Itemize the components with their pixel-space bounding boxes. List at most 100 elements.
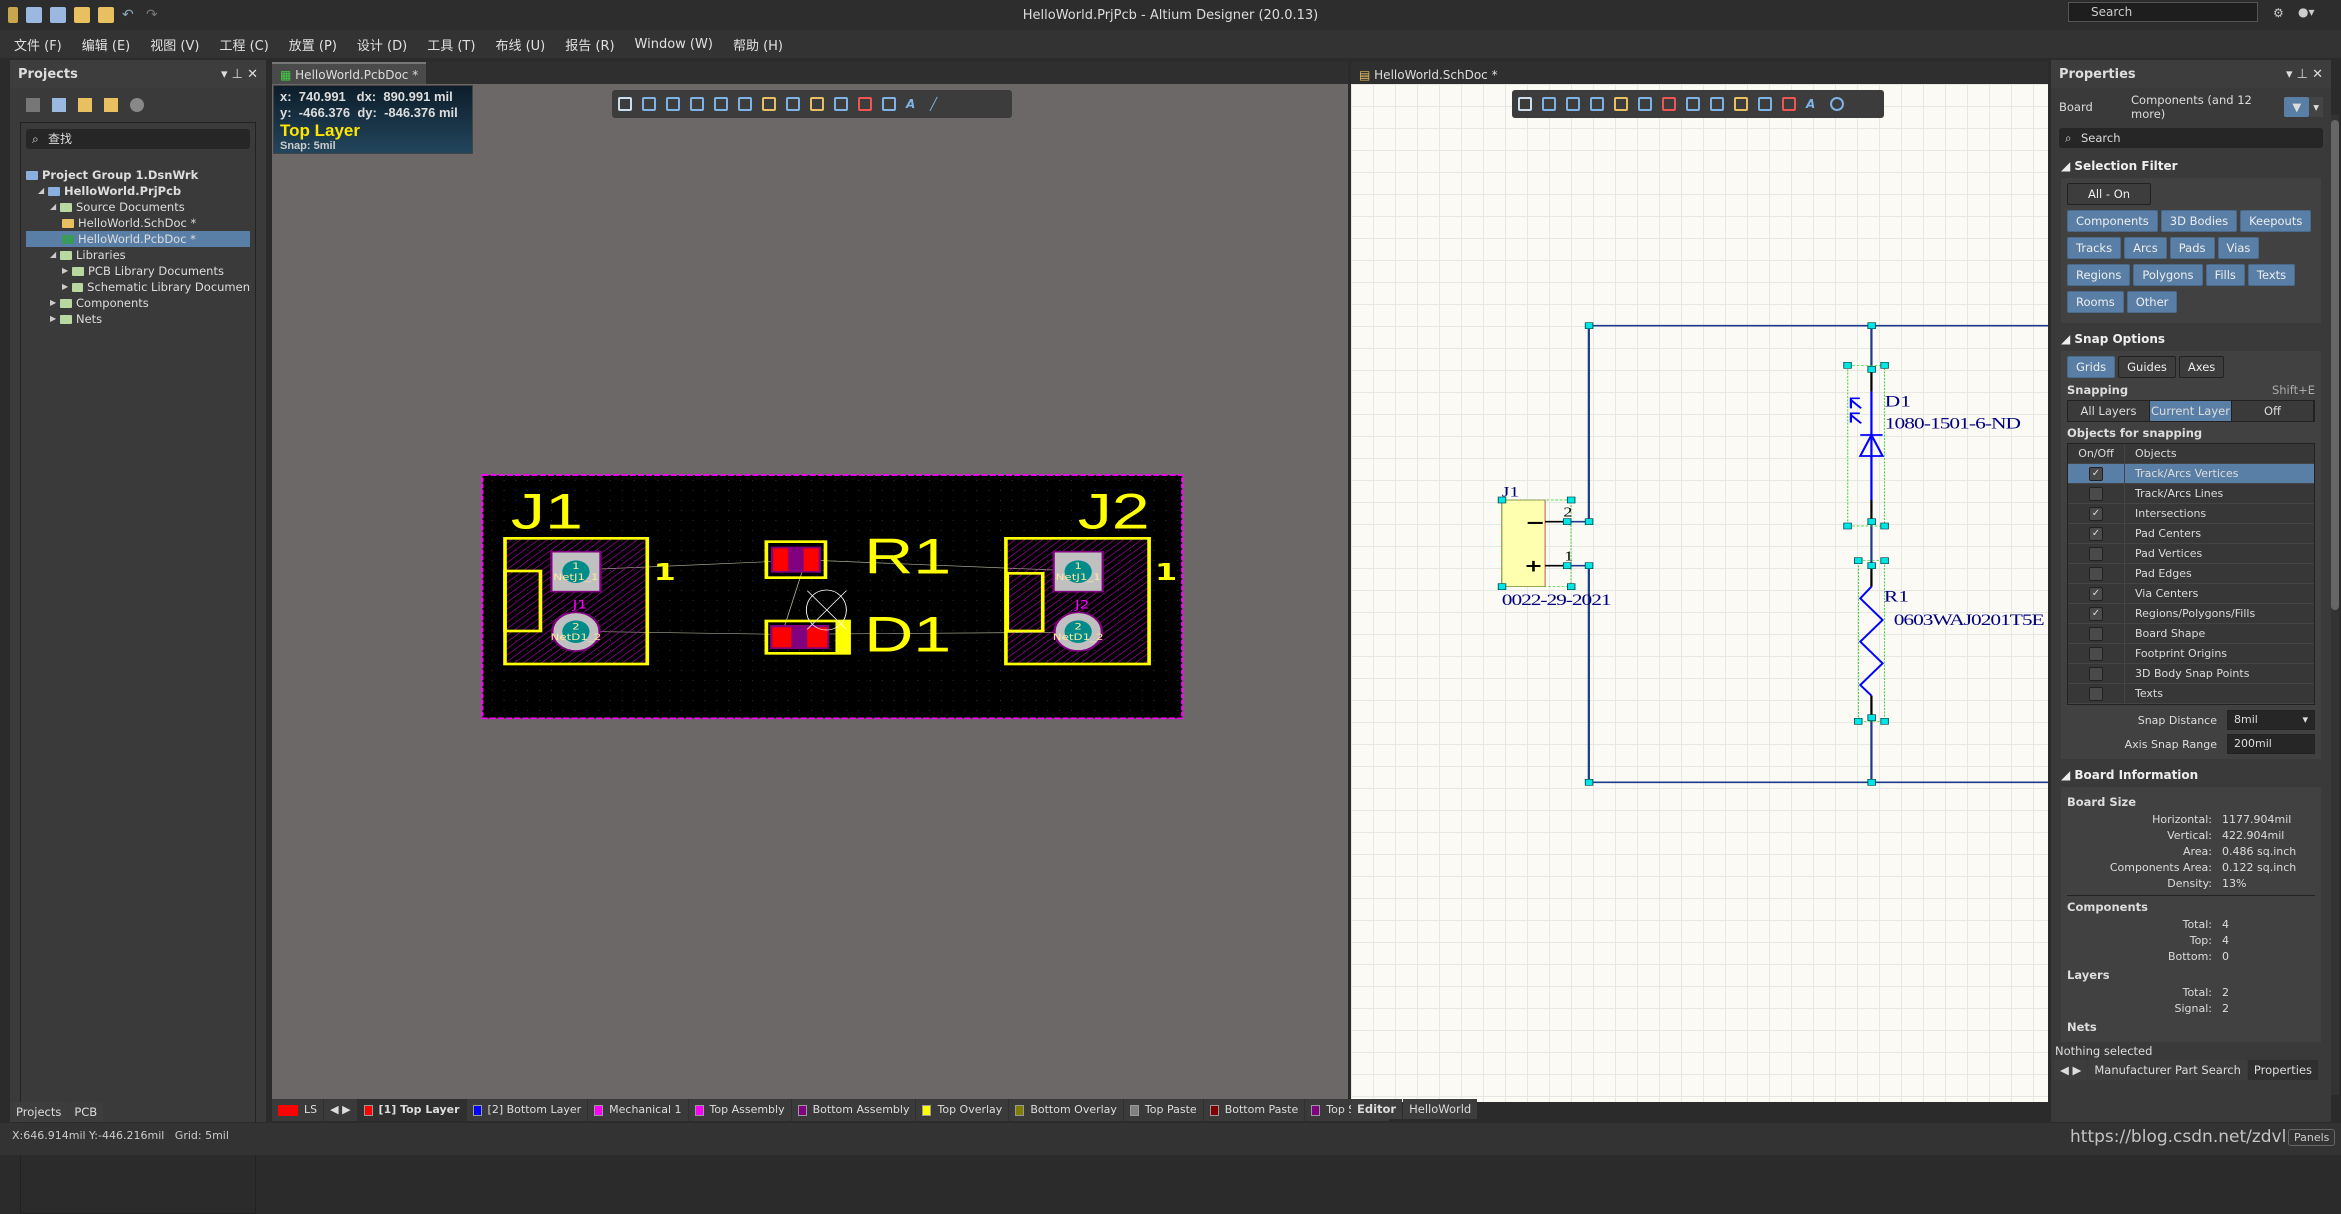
tab-manufacturer-part-search[interactable]: Manufacturer Part Search bbox=[2088, 1060, 2247, 1080]
tree-item[interactable]: ▶ Nets bbox=[26, 311, 250, 327]
panel-controls-icon[interactable]: ▾ ⊥ ✕ bbox=[221, 67, 258, 82]
panel-controls-icon[interactable]: ▾ ⊥ ✕ bbox=[2286, 67, 2323, 82]
text-icon[interactable]: A bbox=[906, 97, 920, 111]
copy-icon[interactable] bbox=[52, 98, 66, 112]
snapping-current-layer-option[interactable]: Current Layer bbox=[2150, 401, 2232, 421]
snap-object-row[interactable]: Pad Edges bbox=[2068, 564, 2314, 584]
projects-search-input[interactable]: ⌕ 查找 bbox=[26, 129, 250, 149]
symbol-d1[interactable]: D1 1080-1501-6-ND bbox=[1847, 365, 2021, 527]
crosshair-icon[interactable] bbox=[666, 97, 680, 111]
layer-tab[interactable]: Mechanical 1 bbox=[588, 1099, 688, 1121]
expand-toggle-icon[interactable]: ▶ bbox=[62, 279, 72, 295]
pcb-board[interactable]: 1 NetJ1_1 2 NetD1_2 J1 J1 1 R1 D1 1 NetJ… bbox=[480, 470, 1190, 730]
checkbox[interactable]: ✓ bbox=[2089, 586, 2103, 601]
symbol-r1[interactable]: R1 0603WAJ0201T5E bbox=[1858, 560, 2045, 722]
checkbox[interactable] bbox=[2089, 686, 2103, 701]
tab-helloworld[interactable]: HelloWorld bbox=[1403, 1099, 1478, 1119]
snap-object-row[interactable]: 3D Body Snap Points bbox=[2068, 664, 2314, 684]
checkbox[interactable] bbox=[2089, 546, 2103, 561]
filter-rooms-button[interactable]: Rooms bbox=[2067, 291, 2124, 313]
filter-components-button[interactable]: Components bbox=[2067, 210, 2158, 232]
snap-object-row[interactable]: ✓ Regions/Polygons/Fills bbox=[2068, 604, 2314, 624]
tab-pcbdoc[interactable]: ▦ HelloWorld.PcbDoc * bbox=[272, 62, 427, 84]
filter-keepouts-button[interactable]: Keepouts bbox=[2240, 210, 2312, 232]
checkbox[interactable]: ✓ bbox=[2089, 526, 2103, 541]
harness-icon[interactable] bbox=[1710, 97, 1724, 111]
align-icon[interactable] bbox=[1590, 97, 1604, 111]
checkbox[interactable] bbox=[2089, 646, 2103, 661]
properties-search-input[interactable]: ⌕ Search bbox=[2059, 128, 2323, 148]
route-icon[interactable] bbox=[642, 97, 656, 111]
snap-object-row[interactable]: ✓ Intersections bbox=[2068, 504, 2314, 524]
layer-tab[interactable]: [1] Top Layer bbox=[357, 1099, 466, 1121]
expand-toggle-icon[interactable]: ◢ bbox=[50, 199, 60, 215]
pad-icon[interactable] bbox=[810, 97, 824, 111]
crosshair-icon[interactable] bbox=[1542, 97, 1556, 111]
tree-item[interactable]: HelloWorld.SchDoc * bbox=[26, 215, 250, 231]
menu-item[interactable]: Window (W) bbox=[635, 37, 713, 52]
snapping-off-option[interactable]: Off bbox=[2232, 401, 2314, 421]
selection-handles[interactable] bbox=[1497, 322, 1889, 786]
gear-icon[interactable]: ⚙ bbox=[2273, 6, 2284, 20]
checkbox[interactable] bbox=[2089, 486, 2103, 501]
filter-3d-bodies-button[interactable]: 3D Bodies bbox=[2160, 210, 2238, 232]
filter-button[interactable]: ▼ bbox=[2284, 97, 2310, 117]
tab-scroll-arrows[interactable]: ◀ ▶ bbox=[2054, 1060, 2088, 1080]
layer-tab[interactable]: [2] Bottom Layer bbox=[466, 1099, 588, 1121]
properties-scrollbar[interactable] bbox=[2331, 115, 2339, 1095]
menu-item[interactable]: 帮助 (H) bbox=[733, 35, 783, 54]
folder-settings-icon[interactable] bbox=[104, 98, 118, 112]
tree-item[interactable]: HelloWorld.PcbDoc * bbox=[26, 231, 250, 247]
global-search-input[interactable]: Search bbox=[2068, 2, 2258, 22]
checkbox[interactable]: ✓ bbox=[2089, 506, 2103, 521]
interactive-route-icon[interactable] bbox=[762, 97, 776, 111]
filter-dropdown[interactable]: ▾ bbox=[2309, 97, 2323, 117]
port-icon[interactable] bbox=[1734, 97, 1748, 111]
bus-icon[interactable] bbox=[1686, 97, 1700, 111]
filter-texts-button[interactable]: Texts bbox=[2247, 264, 2296, 286]
tab-projects[interactable]: Projects bbox=[10, 1102, 68, 1122]
snap-object-row[interactable]: ✓ Track/Arcs Vertices bbox=[2068, 464, 2314, 484]
snap-object-row[interactable]: Pad Vertices bbox=[2068, 544, 2314, 564]
filter-arcs-button[interactable]: Arcs bbox=[2124, 237, 2167, 259]
selection-filter-title[interactable]: ◢ Selection Filter bbox=[2051, 154, 2331, 178]
component-icon[interactable] bbox=[738, 97, 752, 111]
filter-fills-button[interactable]: Fills bbox=[2205, 264, 2245, 286]
snapping-all-layers-option[interactable]: All Layers bbox=[2068, 401, 2150, 421]
snap-guides-button[interactable]: Guides bbox=[2118, 356, 2176, 378]
filter-pads-button[interactable]: Pads bbox=[2169, 237, 2215, 259]
tree-item[interactable]: Project Group 1.DsnWrk bbox=[26, 167, 250, 183]
layer-set-button[interactable]: LS bbox=[272, 1099, 324, 1121]
part-icon[interactable] bbox=[1614, 97, 1628, 111]
layer-tab[interactable]: Bottom Paste bbox=[1203, 1099, 1305, 1121]
filter-other-button[interactable]: Other bbox=[2126, 291, 2178, 313]
snap-object-row[interactable]: Texts bbox=[2068, 684, 2314, 704]
filter-icon[interactable] bbox=[1518, 97, 1532, 111]
snap-object-row[interactable]: ✓ Via Centers bbox=[2068, 584, 2314, 604]
checkbox[interactable] bbox=[2089, 566, 2103, 581]
layer-tab[interactable]: Top Overlay bbox=[916, 1099, 1009, 1121]
expand-toggle-icon[interactable]: ▶ bbox=[50, 295, 60, 311]
board-information-title[interactable]: ◢ Board Information bbox=[2051, 763, 2331, 787]
snap-object-row[interactable]: Track/Arcs Lines bbox=[2068, 484, 2314, 504]
tree-item[interactable]: ◢ Libraries bbox=[26, 247, 250, 263]
tab-pcb[interactable]: PCB bbox=[68, 1102, 104, 1122]
snap-options-title[interactable]: ◢ Snap Options bbox=[2051, 327, 2331, 351]
menu-item[interactable]: 文件 (F) bbox=[14, 35, 62, 54]
layer-tab[interactable]: Bottom Assembly bbox=[791, 1099, 916, 1121]
wire-icon[interactable] bbox=[1638, 97, 1652, 111]
tree-item[interactable]: ▶ Schematic Library Documen bbox=[26, 279, 250, 295]
tree-item[interactable]: ▶ PCB Library Documents bbox=[26, 263, 250, 279]
snap-object-row[interactable]: Board Shape bbox=[2068, 624, 2314, 644]
no-erc-icon[interactable] bbox=[1782, 97, 1796, 111]
filter-polygons-button[interactable]: Polygons bbox=[2133, 264, 2203, 286]
snap-object-row[interactable]: ✓ Pad Centers bbox=[2068, 524, 2314, 544]
text-icon[interactable]: A bbox=[1806, 97, 1820, 111]
checkbox[interactable] bbox=[2089, 626, 2103, 641]
menu-item[interactable]: 视图 (V) bbox=[150, 35, 199, 54]
snap-axes-button[interactable]: Axes bbox=[2178, 356, 2225, 378]
menu-item[interactable]: 设计 (D) bbox=[357, 35, 407, 54]
menu-item[interactable]: 编辑 (E) bbox=[82, 35, 131, 54]
power-port-icon[interactable] bbox=[1662, 97, 1676, 111]
expand-toggle-icon[interactable]: ▶ bbox=[62, 263, 72, 279]
